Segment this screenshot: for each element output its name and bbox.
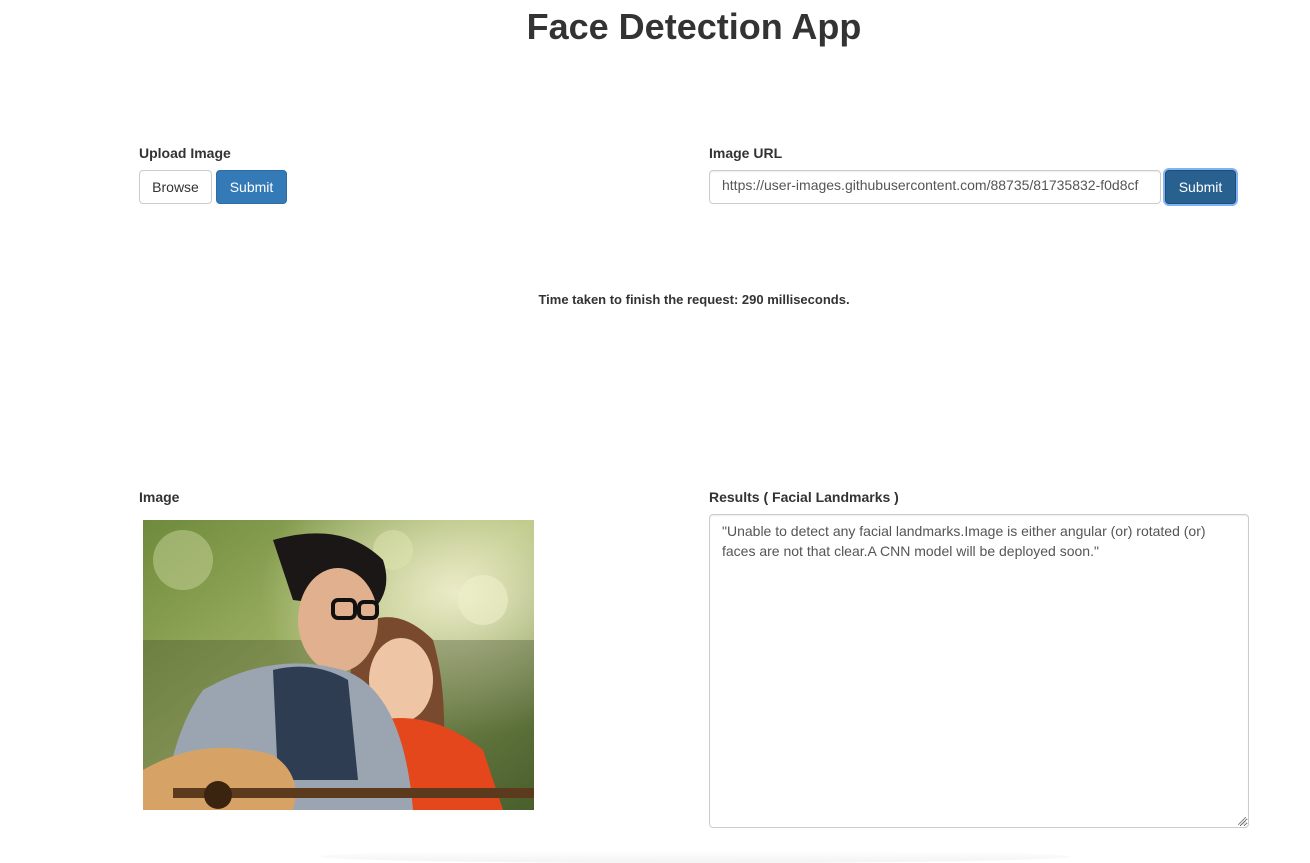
photo-illustration <box>143 520 534 810</box>
image-url-input[interactable]: https://user-images.githubusercontent.co… <box>709 170 1161 204</box>
request-timing-text: Time taken to finish the request: 290 mi… <box>538 292 850 307</box>
upload-submit-button[interactable]: Submit <box>216 170 287 204</box>
page: Face Detection App Upload Image Browse S… <box>0 0 1310 863</box>
uploaded-photo <box>143 520 534 810</box>
results-label: Results ( Facial Landmarks ) <box>709 489 899 505</box>
results-text: "Unable to detect any facial landmarks.I… <box>722 523 1206 559</box>
resize-handle-icon[interactable] <box>1238 817 1246 825</box>
page-title: Face Detection App <box>526 6 862 47</box>
bottom-shadow <box>320 850 1070 863</box>
url-submit-button[interactable]: Submit <box>1165 170 1236 204</box>
browse-button[interactable]: Browse <box>139 170 212 204</box>
upload-image-label: Upload Image <box>139 145 231 161</box>
results-textarea[interactable]: "Unable to detect any facial landmarks.I… <box>709 514 1249 828</box>
image-url-label: Image URL <box>709 145 783 161</box>
image-label: Image <box>139 489 180 505</box>
